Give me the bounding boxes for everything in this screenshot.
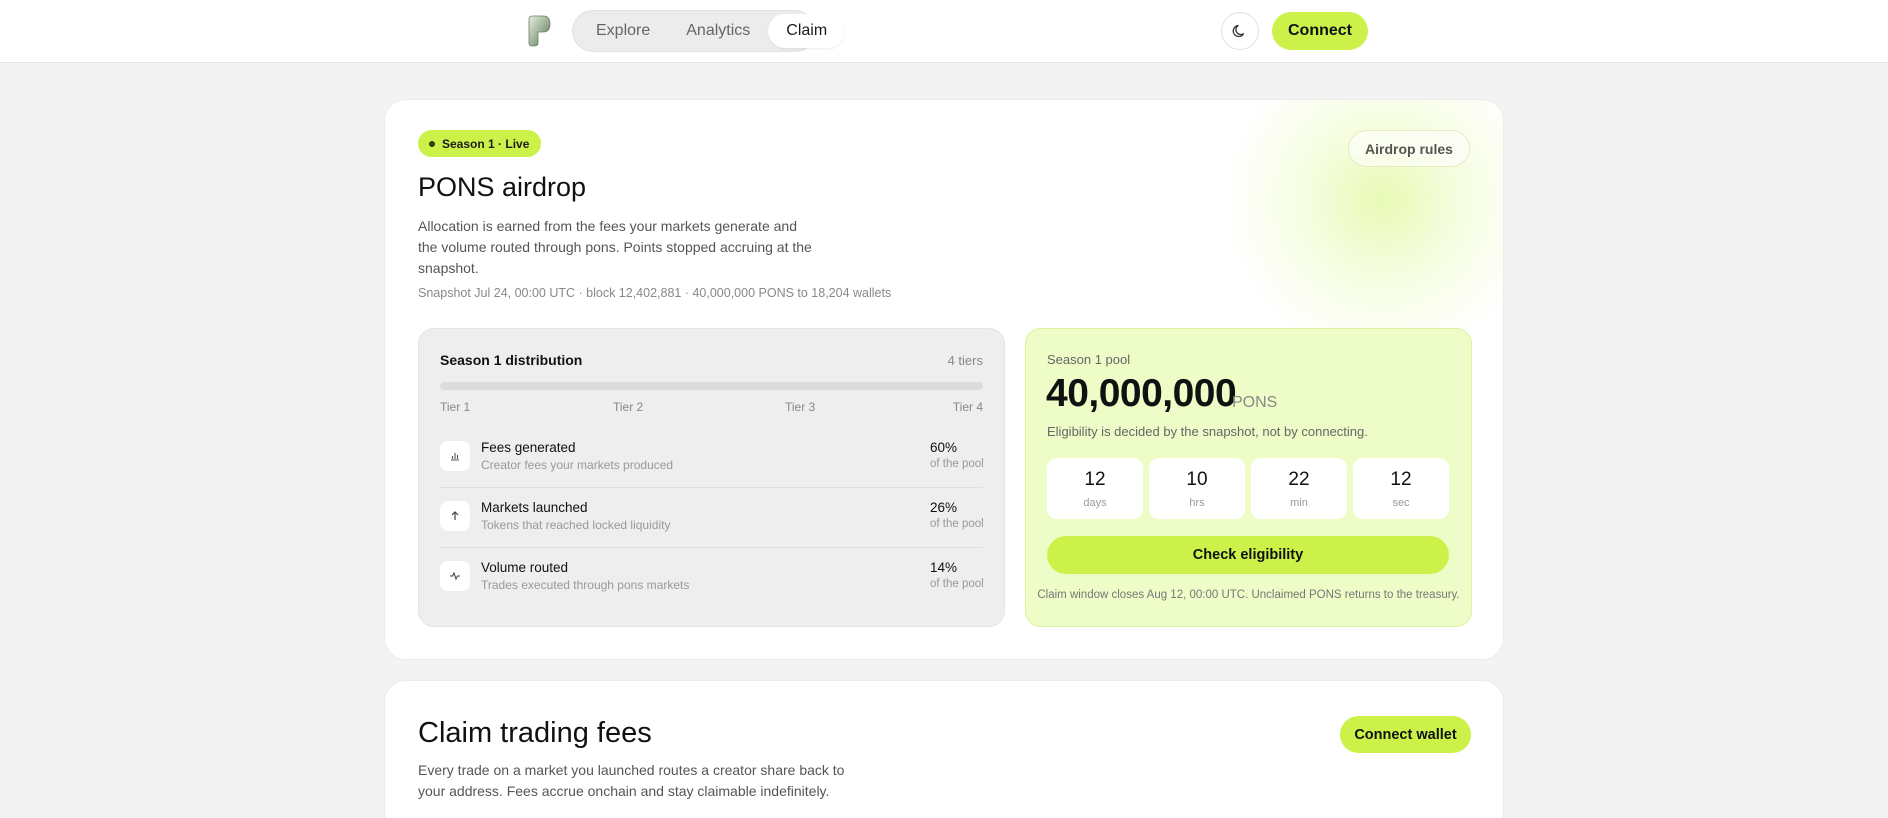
row-subtitle: Trades executed through pons markets: [481, 578, 690, 592]
row-name: Fees generated: [481, 440, 576, 455]
theme-toggle-button[interactable]: [1221, 12, 1259, 50]
countdown-unit: sec: [1392, 497, 1410, 509]
row-subtitle: Creator fees your markets produced: [481, 458, 674, 472]
row-name: Volume routed: [481, 560, 569, 575]
tier-track: [440, 382, 983, 390]
countdown-value: 22: [1288, 469, 1310, 490]
distribution-row: Markets launched Tokens that reached loc…: [440, 488, 983, 548]
countdown-hours: 10 hrs: [1149, 458, 1245, 519]
countdown-seconds: 12 sec: [1353, 458, 1449, 519]
countdown-minutes: 22 min: [1251, 458, 1347, 519]
top-bar: Explore Analytics Claim Connect: [0, 0, 1888, 63]
countdown-value: 12: [1084, 469, 1106, 490]
season-status-badge: Season 1 · Live: [418, 130, 542, 157]
row-pool-label: of the pool: [930, 458, 983, 470]
row-percent: 26%: [930, 500, 958, 515]
pool-label: Season 1 pool: [1047, 352, 1131, 367]
countdown-unit: min: [1290, 497, 1308, 509]
countdown-days: 12 days: [1047, 458, 1143, 519]
season-pool-panel: Season 1 pool 40,000,000 PONS Eligibilit…: [1025, 328, 1472, 627]
countdown-value: 10: [1186, 469, 1208, 490]
row-pool-label: of the pool: [930, 578, 983, 590]
tier-count: 4 tiers: [947, 353, 983, 368]
claim-fees-description: Every trade on a market you launched rou…: [418, 762, 845, 799]
bar-chart-icon: [440, 441, 470, 471]
airdrop-card: Season 1 · Live Airdrop rules PONS airdr…: [384, 99, 1504, 660]
claim-fees-card: Claim trading fees Every trade on a mark…: [384, 680, 1504, 818]
airdrop-description: Allocation is earned from the fees your …: [418, 218, 812, 276]
countdown-value: 12: [1390, 469, 1412, 490]
connect-wallet-button[interactable]: Connect wallet: [1340, 716, 1471, 753]
row-subtitle: Tokens that reached locked liquidity: [481, 518, 671, 532]
nav-claim[interactable]: Claim: [768, 14, 846, 48]
pons-logo-icon[interactable]: [526, 14, 552, 48]
pool-amount: 40,000,000: [1046, 372, 1237, 415]
arrow-up-icon: [440, 501, 470, 531]
moon-icon: [1232, 24, 1245, 38]
tier-label-2: Tier 2: [613, 400, 644, 414]
nav-explore[interactable]: Explore: [578, 14, 668, 48]
row-name: Markets launched: [481, 500, 588, 515]
pool-unit: PONS: [1232, 394, 1278, 411]
nav-analytics[interactable]: Analytics: [668, 14, 768, 48]
tier-label-1: Tier 1: [440, 400, 471, 414]
claim-fees-title: Claim trading fees: [418, 717, 652, 749]
tier-label-3: Tier 3: [785, 400, 816, 414]
distribution-row: Volume routed Trades executed through po…: [440, 548, 983, 608]
distribution-title: Season 1 distribution: [440, 352, 583, 368]
distribution-panel: Season 1 distribution 4 tiers Tier 1 Tie…: [418, 328, 1005, 627]
row-pool-label: of the pool: [930, 518, 983, 530]
airdrop-title: PONS airdrop: [418, 172, 587, 202]
distribution-row: Fees generated Creator fees your markets…: [440, 428, 983, 488]
claim-window-note: Claim window closes Aug 12, 00:00 UTC. U…: [1037, 589, 1460, 601]
season-badge-label: Season 1 · Live: [442, 136, 530, 151]
eligibility-note: Eligibility is decided by the snapshot, …: [1047, 424, 1368, 439]
check-eligibility-button[interactable]: Check eligibility: [1047, 536, 1449, 574]
countdown-unit: hrs: [1189, 497, 1205, 509]
tier-label-4: Tier 4: [952, 400, 983, 414]
row-percent: 60%: [930, 440, 958, 455]
main-nav: Explore Analytics Claim: [572, 10, 846, 52]
airdrop-rules-button[interactable]: Airdrop rules: [1348, 130, 1470, 167]
row-percent: 14%: [930, 560, 958, 575]
connect-button[interactable]: Connect: [1272, 12, 1368, 50]
countdown-unit: days: [1083, 497, 1107, 509]
activity-icon: [440, 561, 470, 591]
live-dot-icon: [429, 140, 435, 147]
snapshot-info: Snapshot Jul 24, 00:00 UTC · block 12,40…: [418, 286, 892, 300]
